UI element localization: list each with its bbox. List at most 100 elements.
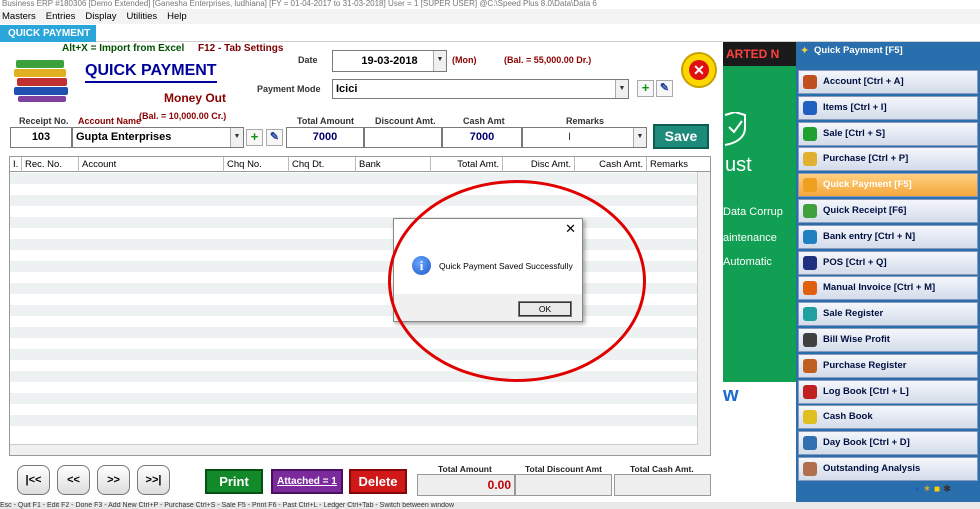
first-record-button[interactable]: |<<	[17, 465, 50, 495]
edit-account-button[interactable]: ✎	[266, 129, 283, 146]
account-select[interactable]: Gupta Enterprises ▼	[72, 127, 244, 148]
sidebar-item-purchase[interactable]: Purchase [Ctrl + P]	[798, 147, 978, 172]
total-amount-field[interactable]: 7000	[286, 127, 364, 148]
table-row[interactable]	[10, 393, 710, 404]
col-rec-no[interactable]: Rec. No.	[22, 157, 79, 172]
menu-help[interactable]: Help	[167, 11, 187, 22]
print-button[interactable]: Print	[205, 469, 263, 494]
table-row[interactable]	[10, 371, 710, 382]
payment-mode-value: Icici	[336, 83, 358, 95]
day-label: (Mon)	[452, 55, 477, 65]
books-logo-icon	[14, 60, 68, 102]
sidebar-item-account[interactable]: Account [Ctrl + A]	[798, 70, 978, 94]
sidebar-item-outstanding-analysis[interactable]: Outstanding Analysis	[798, 457, 978, 481]
remarks-select[interactable]: I ▼	[522, 127, 647, 148]
col-cash-amt[interactable]: Cash Amt.	[575, 157, 647, 172]
add-account-button[interactable]: +	[246, 129, 263, 146]
col-chq-dt[interactable]: Chq Dt.	[289, 157, 356, 172]
col-bank[interactable]: Bank	[356, 157, 431, 172]
col-remarks[interactable]: Remarks	[647, 157, 699, 172]
cash-amount-field[interactable]: 7000	[442, 127, 522, 148]
attached-button[interactable]: Attached = 1	[271, 469, 343, 494]
menu-display[interactable]: Display	[85, 11, 116, 22]
col-chq-no[interactable]: Chq No.	[224, 157, 289, 172]
delete-button[interactable]: Delete	[349, 469, 407, 494]
horizontal-scrollbar[interactable]	[10, 444, 698, 455]
account-value: Gupta Enterprises	[76, 131, 172, 143]
sidebar-item-sale[interactable]: Sale [Ctrl + S]	[798, 121, 978, 146]
account-balance: (Bal. = 10,000.00 Cr.)	[139, 111, 227, 121]
pin-icon: ✦	[800, 45, 810, 57]
sidebar-item-icon	[803, 307, 817, 322]
table-row[interactable]	[10, 360, 710, 371]
sidebar-item-bill-wise-profit[interactable]: Bill Wise Profit	[798, 328, 978, 352]
sidebar-item-log-book[interactable]: Log Book [Ctrl + L]	[798, 379, 978, 404]
chevron-down-icon[interactable]: ▼	[615, 80, 628, 98]
table-row[interactable]	[10, 382, 710, 393]
sidebar-item-icon	[803, 436, 817, 451]
sidebar-item-label: Purchase Register	[823, 359, 907, 371]
col-total-amt[interactable]: Total Amt.	[431, 157, 503, 172]
tab-strip: QUICK PAYMENT	[0, 25, 980, 42]
payment-mode-select[interactable]: Icici ▼	[332, 79, 629, 99]
sidebar-item-label: Items [Ctrl + I]	[823, 101, 887, 113]
last-record-button[interactable]: >>|	[137, 465, 170, 495]
sidebar-item-icon	[803, 384, 817, 399]
settings-icon[interactable]: ✱	[943, 484, 951, 495]
text-cursor-icon: I	[568, 131, 572, 143]
vertical-scrollbar[interactable]	[697, 172, 710, 455]
sidebar-item-label: Outstanding Analysis	[823, 463, 921, 474]
close-form-button[interactable]: ✕	[681, 52, 717, 88]
sidebar-item-icon	[803, 229, 817, 244]
sidebar-item-quick-payment[interactable]: Quick Payment [F5]	[798, 173, 978, 198]
sidebar-item-bank-entry[interactable]: Bank entry [Ctrl + N]	[798, 224, 978, 249]
footer-cash-label: Total Cash Amt.	[630, 464, 694, 474]
table-row[interactable]	[10, 173, 710, 184]
sidebar-item-label: Day Book [Ctrl + D]	[823, 437, 910, 449]
discount-field[interactable]	[364, 127, 442, 148]
sidebar-item-pos[interactable]: POS [Ctrl + Q]	[798, 250, 978, 275]
table-row[interactable]	[10, 184, 710, 195]
tab-quick-payment[interactable]: QUICK PAYMENT	[0, 25, 96, 42]
sidebar-item-items[interactable]: Items [Ctrl + I]	[798, 95, 978, 120]
table-row[interactable]	[10, 415, 710, 426]
footer-discount-value	[515, 474, 612, 496]
menu-utilities[interactable]: Utilities	[127, 11, 158, 22]
folder-icon[interactable]: ■	[934, 484, 940, 495]
table-row[interactable]	[10, 195, 710, 206]
table-row[interactable]	[10, 426, 710, 437]
sidebar-item-purchase-register[interactable]: Purchase Register	[798, 353, 978, 378]
edit-mode-button[interactable]: ✎	[656, 80, 673, 97]
chevron-down-icon[interactable]: ▼	[433, 51, 446, 71]
sidebar-item-quick-receipt[interactable]: Quick Receipt [F6]	[798, 199, 978, 223]
sidebar-item-manual-invoice[interactable]: Manual Invoice [Ctrl + M]	[798, 276, 978, 301]
sidebar-item-icon	[803, 281, 817, 296]
star-icon[interactable]: ✶	[923, 484, 931, 495]
next-record-button[interactable]: >>	[97, 465, 130, 495]
col-index[interactable]: I.	[10, 157, 22, 172]
date-label: Date	[298, 55, 318, 65]
promo-line-2: Data Corrup	[723, 206, 783, 218]
globe-icon[interactable]: ●	[914, 484, 920, 495]
col-disc-amt[interactable]: Disc Amt.	[503, 157, 575, 172]
save-button[interactable]: Save	[653, 124, 709, 149]
footer-total-label: Total Amount	[438, 464, 492, 474]
table-row[interactable]	[10, 404, 710, 415]
chevron-down-icon[interactable]: ▼	[230, 128, 243, 147]
menu-entries[interactable]: Entries	[46, 11, 76, 22]
receipt-no-field[interactable]: 103	[10, 127, 72, 148]
promo-line-5: w	[723, 384, 739, 406]
add-mode-button[interactable]: +	[637, 80, 654, 97]
promo-panel: ARTED N ust Data Corrup aintenance Autom…	[723, 42, 796, 502]
chevron-down-icon[interactable]: ▼	[633, 128, 646, 147]
sidebar-item-label: Manual Invoice [Ctrl + M]	[823, 282, 936, 294]
sidebar-item-icon	[803, 358, 817, 373]
previous-record-button[interactable]: <<	[57, 465, 90, 495]
date-field[interactable]: 19-03-2018 ▼	[332, 50, 447, 72]
sidebar-item-day-book[interactable]: Day Book [Ctrl + D]	[798, 431, 978, 456]
sidebar-item-sale-register[interactable]: Sale Register	[798, 302, 978, 327]
mode-balance: (Bal. = 55,000.00 Dr.)	[504, 55, 592, 65]
sidebar-item-cash-book[interactable]: Cash Book	[798, 405, 978, 430]
col-account[interactable]: Account	[79, 157, 224, 172]
menu-masters[interactable]: Masters	[2, 11, 36, 22]
